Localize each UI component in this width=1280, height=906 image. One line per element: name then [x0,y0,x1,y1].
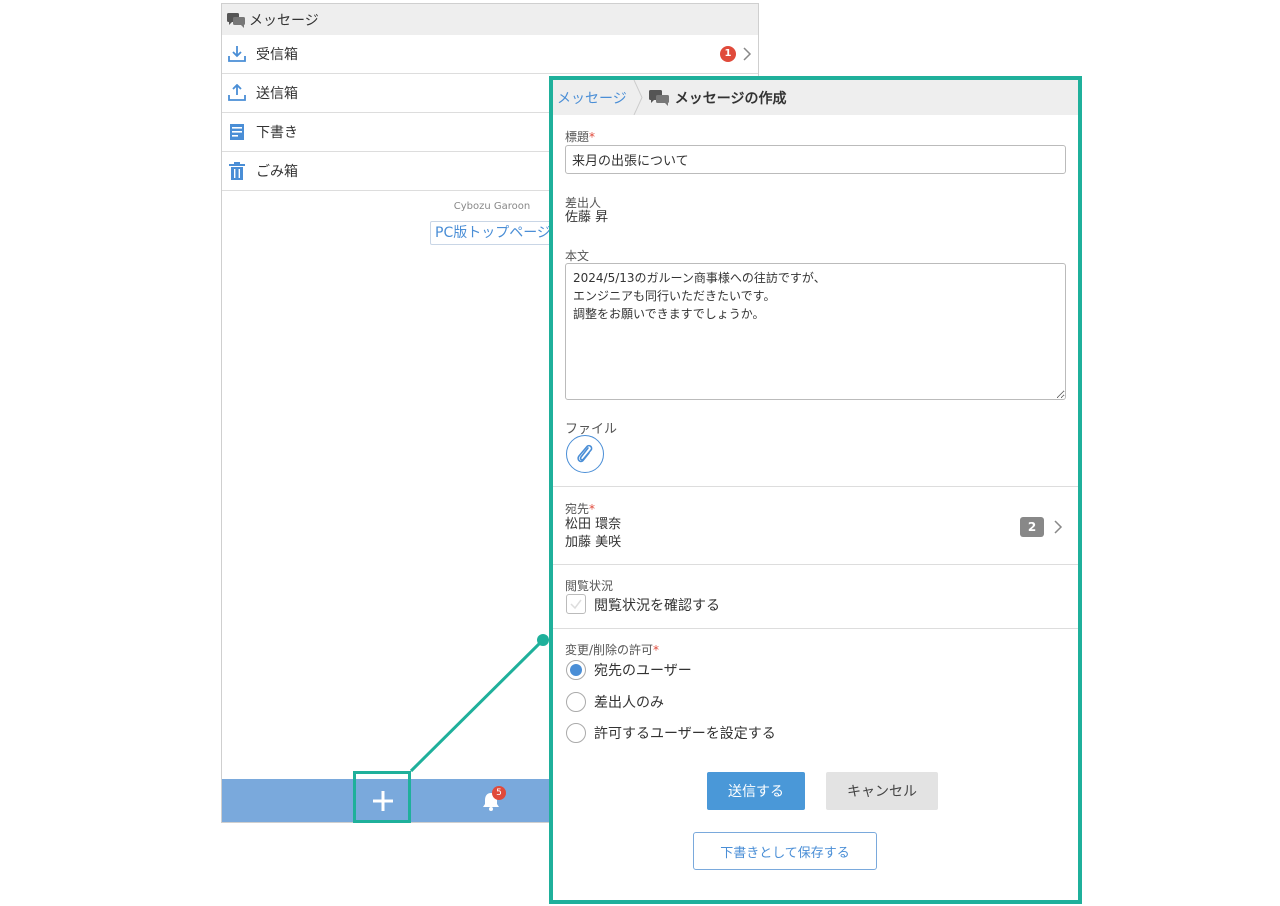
permission-label: 変更/削除の許可* [565,641,659,658]
recipient-list[interactable]: 松田 環奈 加藤 美咲 [565,516,621,552]
permission-option-custom-users[interactable]: 許可するユーザーを設定する [566,723,776,743]
paperclip-icon [577,444,593,463]
recipient-count-badge: 2 [1020,517,1044,537]
draft-document-icon [230,124,244,140]
required-mark: * [653,643,660,657]
check-icon [570,599,582,610]
folder-label: 下書き [256,125,298,141]
breadcrumb-message-link[interactable]: メッセージ [557,88,627,108]
permission-option-label: 許可するユーザーを設定する [594,726,776,742]
recipient: 加藤 美咲 [565,535,622,550]
required-mark: * [589,130,596,144]
compose-message-panel: メッセージ メッセージの作成 標題* 差出人 佐藤 昇 本文 2024/5/13… [549,76,1082,904]
breadcrumb: メッセージ メッセージの作成 [553,80,1078,115]
permission-option-recipients[interactable]: 宛先のユーザー [566,660,692,680]
permission-option-sender-only[interactable]: 差出人のみ [566,692,664,712]
message-bubbles-icon [227,12,245,28]
required-mark: * [589,502,596,516]
body-label: 本文 [565,249,590,263]
subject-label-text: 標題 [565,130,590,144]
folder-label: 送信箱 [256,86,298,102]
folder-inbox[interactable]: 受信箱 1 [222,35,758,74]
permission-option-label: 差出人のみ [594,695,664,711]
page-title: メッセージの作成 [674,90,787,107]
new-button-highlight [353,771,411,823]
notification-button[interactable]: 5 [480,786,506,814]
notification-badge: 5 [492,786,506,800]
subject-input[interactable] [565,145,1066,174]
chevron-right-icon [743,47,752,61]
message-bubbles-icon [648,89,669,106]
subject-label: 標題* [565,128,595,145]
body-textarea[interactable]: 2024/5/13のガルーン商事様への往訪ですが、 エンジニアも同行いただきたい… [565,263,1066,400]
recipient: 松田 環奈 [565,517,622,532]
unread-badge: 1 [720,46,736,62]
radio-button-selected[interactable] [566,660,586,680]
inbox-download-icon [228,46,246,62]
breadcrumb-separator-icon [633,80,643,115]
to-label: 宛先* [565,500,595,517]
permission-option-label: 宛先のユーザー [594,663,692,679]
section-divider [553,486,1078,487]
save-draft-button[interactable]: 下書きとして保存する [693,832,877,870]
radio-button[interactable] [566,723,586,743]
read-status-option-label[interactable]: 閲覧状況を確認する [594,595,720,615]
message-header-title: メッセージ [249,12,319,29]
read-status-checkbox[interactable] [566,594,586,614]
trash-icon [229,162,245,180]
cancel-button[interactable]: キャンセル [826,772,938,810]
section-divider [553,628,1078,629]
send-button[interactable]: 送信する [707,772,805,810]
sender-value: 佐藤 昇 [565,210,609,225]
section-divider [553,564,1078,565]
chevron-right-icon[interactable] [1053,517,1063,537]
permission-label-text: 変更/削除の許可 [565,643,654,657]
message-header: メッセージ [222,4,758,35]
radio-dot [570,664,582,676]
outbox-upload-icon [228,84,246,101]
to-label-text: 宛先 [565,502,590,516]
folder-label: ごみ箱 [256,164,298,180]
pc-top-page-link[interactable]: PC版トップページ [430,221,556,245]
folder-label: 受信箱 [256,47,298,63]
radio-button[interactable] [566,692,586,712]
attach-file-button[interactable] [566,435,604,473]
file-label: ファイル [565,422,618,437]
read-status-label: 閲覧状況 [565,579,614,593]
